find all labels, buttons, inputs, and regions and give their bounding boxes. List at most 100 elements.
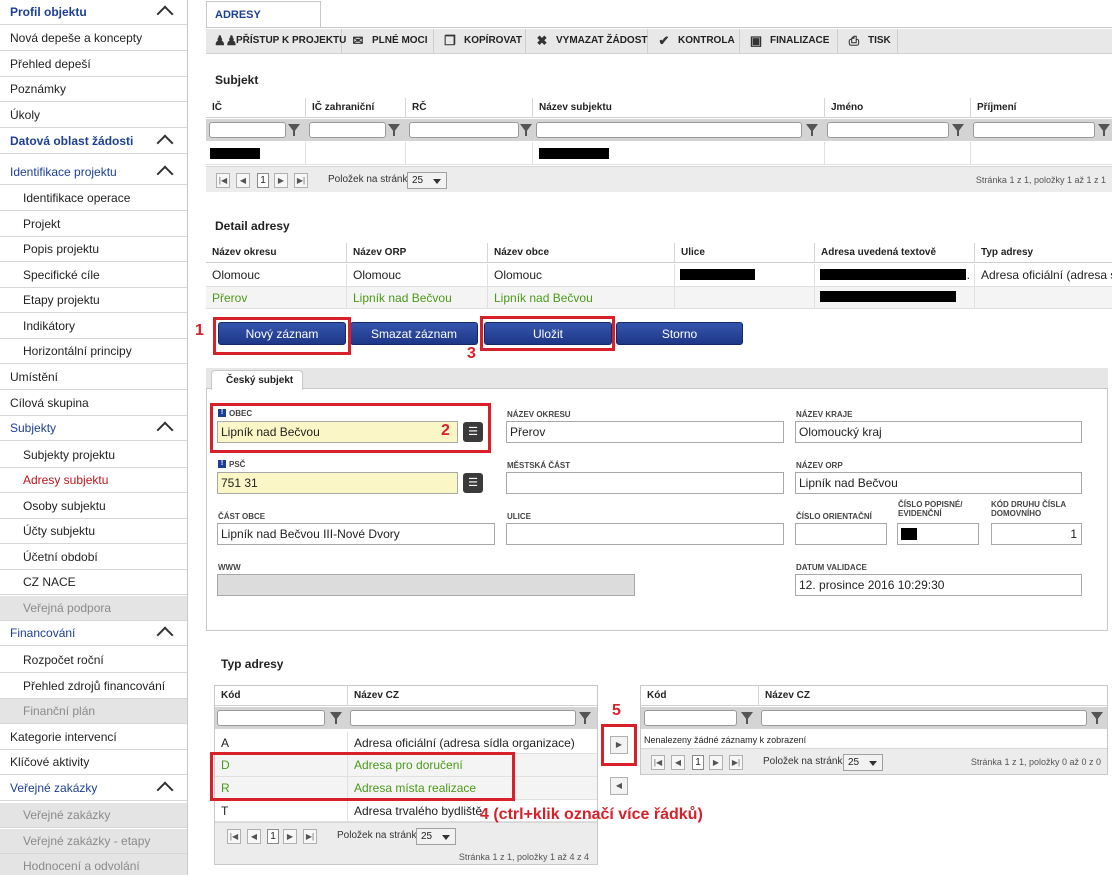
column-header-adresa-textove[interactable]: Adresa uvedená textově bbox=[814, 243, 936, 263]
first-page-icon[interactable]: |◀ bbox=[227, 829, 241, 844]
column-header-typ-adresy[interactable]: Typ adresy bbox=[974, 243, 1033, 263]
nazev-kraje-input[interactable]: Olomoucký kraj bbox=[795, 421, 1082, 443]
sidebar-item-prehled-zdroju[interactable]: Přehled zdrojů financování bbox=[0, 674, 187, 699]
column-header-prijmeni[interactable]: Příjmení bbox=[970, 98, 1016, 118]
page-number[interactable]: 1 bbox=[692, 755, 704, 770]
filter-icon[interactable] bbox=[330, 712, 342, 724]
first-page-icon[interactable]: |◀ bbox=[651, 755, 665, 770]
filter-input[interactable] bbox=[761, 710, 1087, 726]
last-page-icon[interactable]: ▶| bbox=[294, 173, 308, 188]
cislo-orientacni-input[interactable] bbox=[795, 523, 887, 545]
chevron-up-icon[interactable] bbox=[156, 134, 174, 152]
page-number[interactable]: 1 bbox=[257, 173, 269, 188]
sidebar-item-poznamky[interactable]: Poznámky bbox=[0, 77, 187, 102]
table-row[interactable]: Olomouc Olomouc Olomouc . Adresa oficiál… bbox=[206, 264, 1112, 287]
column-header-jmeno[interactable]: Jméno bbox=[824, 98, 863, 118]
per-page-select[interactable]: 25 bbox=[407, 172, 447, 189]
filter-icon[interactable] bbox=[1091, 712, 1103, 724]
filter-input[interactable] bbox=[350, 710, 576, 726]
page-number[interactable]: 1 bbox=[267, 829, 279, 844]
sidebar-section-profil-objektu[interactable]: Profil objektu bbox=[0, 0, 187, 25]
nazev-orp-input[interactable]: Lipník nad Bečvou bbox=[795, 472, 1082, 494]
column-header-nazev-orp[interactable]: Název ORP bbox=[346, 243, 406, 263]
next-page-icon[interactable]: ▶ bbox=[274, 173, 288, 188]
sidebar-item-subjekty-projektu[interactable]: Subjekty projektu bbox=[0, 443, 187, 468]
sidebar-item-ukoly[interactable]: Úkoly bbox=[0, 103, 187, 128]
sidebar-item-rozpocet-rocni[interactable]: Rozpočet roční bbox=[0, 648, 187, 673]
sidebar-group-verejne-zakazky[interactable]: Veřejné zakázky bbox=[0, 776, 187, 801]
list-icon[interactable]: ☰ bbox=[463, 473, 483, 493]
cast-obce-input[interactable]: Lipník nad Bečvou III-Nové Dvory bbox=[217, 523, 495, 545]
column-header-kod[interactable]: Kód bbox=[641, 686, 666, 706]
ulice-input[interactable] bbox=[506, 523, 784, 545]
sidebar-item-projekt[interactable]: Projekt bbox=[0, 212, 187, 237]
toolbar-pristup-button[interactable]: ♟♟ PŘÍSTUP K PROJEKTU bbox=[206, 29, 346, 54]
cancel-button[interactable]: Storno bbox=[616, 322, 743, 345]
toolbar-kontrola-button[interactable]: ✔ KONTROLA bbox=[648, 29, 740, 54]
delete-record-button[interactable]: Smazat záznam bbox=[350, 322, 478, 345]
sidebar-item-cilova-skupina[interactable]: Cílová skupina bbox=[0, 391, 187, 416]
kod-druhu-input[interactable]: 1 bbox=[991, 523, 1082, 545]
filter-input[interactable] bbox=[217, 710, 325, 726]
filter-input[interactable] bbox=[409, 122, 519, 138]
sidebar-item-nova-depese[interactable]: Nová depeše a koncepty bbox=[0, 26, 187, 51]
toolbar-vymazat-button[interactable]: ✖ VYMAZAT ŽÁDOST bbox=[526, 29, 648, 54]
chevron-up-icon[interactable] bbox=[156, 165, 174, 183]
first-page-icon[interactable]: |◀ bbox=[216, 173, 230, 188]
sidebar-item-etapy-projektu[interactable]: Etapy projektu bbox=[0, 288, 187, 313]
last-page-icon[interactable]: ▶| bbox=[729, 755, 743, 770]
toolbar-finalizace-button[interactable]: ▣ FINALIZACE bbox=[740, 29, 838, 54]
filter-input[interactable] bbox=[209, 122, 286, 138]
filter-input[interactable] bbox=[536, 122, 802, 138]
toolbar-plne-moci-button[interactable]: ✉ PLNÉ MOCI bbox=[342, 29, 434, 54]
sidebar-group-financovani[interactable]: Financování bbox=[0, 621, 187, 646]
column-header-kod[interactable]: Kód bbox=[215, 686, 240, 706]
sidebar-group-identifikace-projektu[interactable]: Identifikace projektu bbox=[0, 160, 187, 185]
table-row[interactable] bbox=[206, 142, 1112, 165]
chevron-up-icon[interactable] bbox=[156, 5, 174, 23]
sidebar-item-osoby-subjektu[interactable]: Osoby subjektu bbox=[0, 494, 187, 519]
prev-page-icon[interactable]: ◀ bbox=[671, 755, 685, 770]
table-row-selected[interactable]: Přerov Lipník nad Bečvou Lipník nad Bečv… bbox=[206, 287, 1112, 309]
column-header-nazev-subjektu[interactable]: Název subjektu bbox=[532, 98, 612, 118]
sidebar-section-datova-oblast[interactable]: Datová oblast žádosti bbox=[0, 129, 187, 154]
sidebar-item-klicove-aktivity[interactable]: Klíčové aktivity bbox=[0, 750, 187, 775]
per-page-select[interactable]: 25 bbox=[416, 828, 456, 845]
sidebar-item-kategorie-intervenci[interactable]: Kategorie intervencí bbox=[0, 725, 187, 750]
move-left-icon[interactable]: ◀ bbox=[610, 777, 628, 795]
sidebar-item-ucetni-obdobi[interactable]: Účetní období bbox=[0, 545, 187, 570]
per-page-select[interactable]: 25 bbox=[843, 754, 883, 771]
chevron-up-icon[interactable] bbox=[156, 626, 174, 644]
sidebar-item-cz-nace[interactable]: CZ NACE bbox=[0, 570, 187, 595]
toolbar-kopirovat-button[interactable]: ❐ KOPÍROVAT bbox=[434, 29, 526, 54]
column-header-ic[interactable]: IČ bbox=[206, 98, 222, 118]
sidebar-item-prehled-depesi[interactable]: Přehled depeší bbox=[0, 52, 187, 77]
sidebar-item-popis-projektu[interactable]: Popis projektu bbox=[0, 237, 187, 262]
filter-icon[interactable] bbox=[579, 712, 591, 724]
sidebar-item-specificke-cile[interactable]: Specifické cíle bbox=[0, 263, 187, 288]
prev-page-icon[interactable]: ◀ bbox=[236, 173, 250, 188]
toolbar-tisk-button[interactable]: ⎙ TISK bbox=[838, 29, 898, 54]
sidebar-item-identifikace-operace[interactable]: Identifikace operace bbox=[0, 186, 187, 211]
tab-cesky-subjekt[interactable]: Český subjekt bbox=[211, 370, 303, 390]
filter-input[interactable] bbox=[973, 122, 1095, 138]
nazev-okresu-input[interactable]: Přerov bbox=[506, 421, 784, 443]
tab-adresy-subjektu[interactable]: ADRESY SUBJEKTU bbox=[206, 1, 321, 47]
filter-input[interactable] bbox=[827, 122, 949, 138]
next-page-icon[interactable]: ▶ bbox=[283, 829, 297, 844]
table-row[interactable]: A Adresa oficiální (adresa sídla organiz… bbox=[215, 732, 597, 754]
filter-icon[interactable] bbox=[520, 124, 532, 136]
sidebar-group-subjekty[interactable]: Subjekty bbox=[0, 416, 187, 441]
prev-page-icon[interactable]: ◀ bbox=[247, 829, 261, 844]
column-header-nazev-okresu[interactable]: Název okresu bbox=[206, 243, 276, 263]
sidebar-item-ucty-subjektu[interactable]: Účty subjektu bbox=[0, 519, 187, 544]
sidebar-item-indikatory[interactable]: Indikátory bbox=[0, 314, 187, 339]
datum-validace-input[interactable]: 12. prosince 2016 10:29:30 bbox=[795, 574, 1082, 596]
column-header-nazev-cz[interactable]: Název CZ bbox=[758, 686, 810, 706]
filter-icon[interactable] bbox=[952, 124, 964, 136]
chevron-up-icon[interactable] bbox=[156, 781, 174, 799]
filter-icon[interactable] bbox=[288, 124, 300, 136]
column-header-nazev-cz[interactable]: Název CZ bbox=[347, 686, 399, 706]
sidebar-item-umisteni[interactable]: Umístění bbox=[0, 365, 187, 390]
column-header-ic-zahranicni[interactable]: IČ zahraniční bbox=[305, 98, 374, 118]
